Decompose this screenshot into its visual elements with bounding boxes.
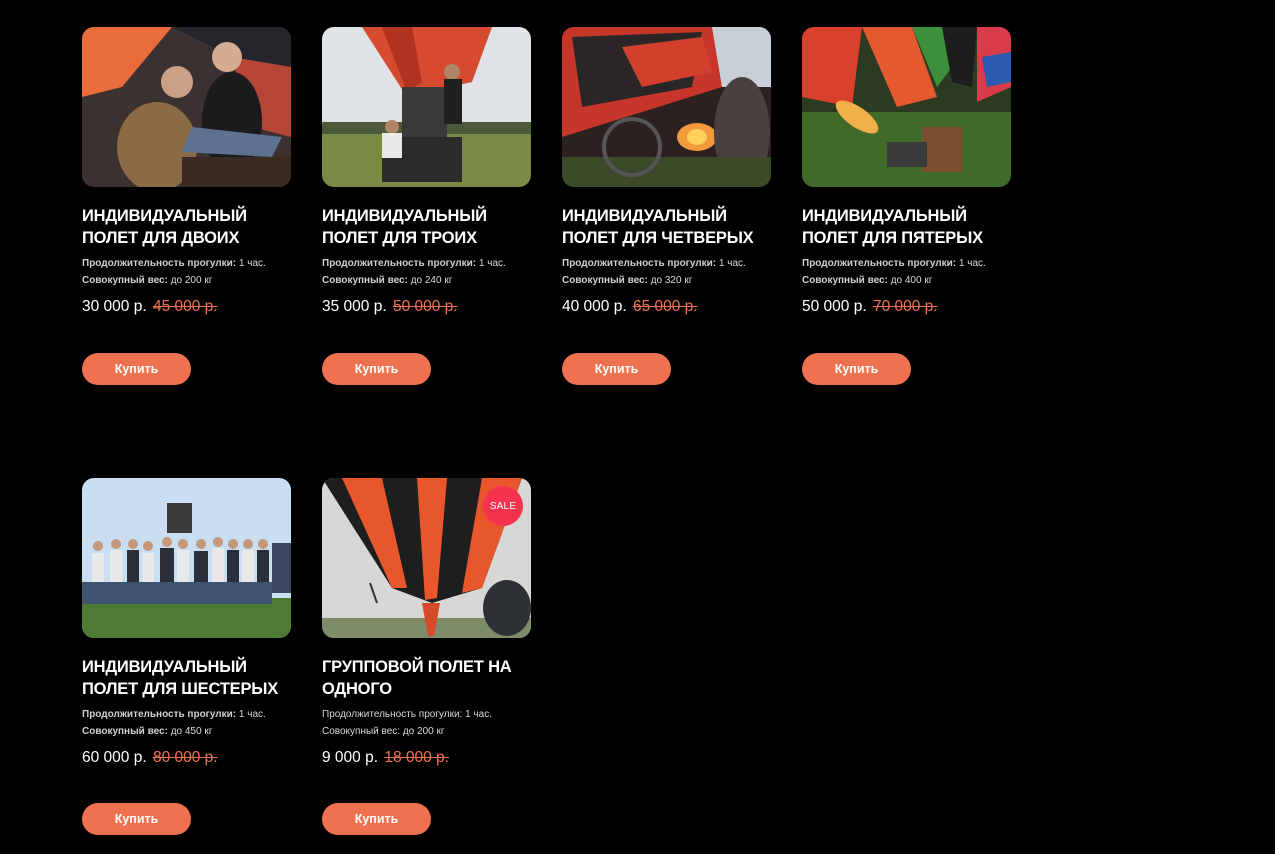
weight-value: до 240 кг <box>410 275 453 286</box>
price-row: 60 000 р. 80 000 р. <box>82 748 292 768</box>
old-price: 65 000 р. <box>632 298 698 315</box>
current-price: 60 000 р. <box>82 749 147 766</box>
product-title: Индивидуальный полет для двоих <box>82 207 247 247</box>
old-price: 45 000 р. <box>152 298 218 315</box>
product-specs: Продолжительность прогулки: 1 час. Совок… <box>322 706 532 740</box>
buy-button[interactable]: Купить <box>322 803 431 835</box>
product-image[interactable] <box>562 27 771 187</box>
weight-value: до 450 кг <box>170 726 213 737</box>
old-price: 18 000 р. <box>384 749 449 766</box>
duration-label: Продолжительность прогулки: <box>82 258 237 269</box>
product-card: Индивидуальный полет для четверых Продол… <box>562 27 772 385</box>
buy-button[interactable]: Купить <box>562 353 671 385</box>
old-price: 50 000 р. <box>392 298 458 315</box>
product-image[interactable] <box>322 27 531 187</box>
current-price: 40 000 р. <box>562 298 627 315</box>
price-row: 50 000 р. 70 000 р. <box>802 297 1012 317</box>
buy-button[interactable]: Купить <box>82 803 191 835</box>
old-price: 70 000 р. <box>872 298 938 315</box>
product-title: Индивидуальный полет для шестерых <box>82 658 279 698</box>
product-title: Индивидуальный полет для троих <box>322 207 487 247</box>
current-price: 35 000 р. <box>322 298 387 315</box>
product-card: SALE Групповой полет на одного Продолжит… <box>322 478 532 835</box>
weight-label: Совокупный вес: <box>322 726 401 737</box>
weight-label: Совокупный вес: <box>562 275 648 286</box>
product-image[interactable]: SALE <box>322 478 531 638</box>
product-image[interactable] <box>82 27 291 187</box>
weight-label: Совокупный вес: <box>322 275 408 286</box>
duration-label: Продолжительность прогулки: <box>802 258 957 269</box>
product-card: Индивидуальный полет для двоих Продолжит… <box>82 27 292 385</box>
current-price: 30 000 р. <box>82 298 147 315</box>
product-specs: Продолжительность прогулки: 1 час. Совок… <box>82 706 292 740</box>
old-price: 80 000 р. <box>152 749 218 766</box>
weight-label: Совокупный вес: <box>802 275 888 286</box>
price-row: 9 000 р. 18 000 р. <box>322 748 532 768</box>
duration-value: 1 час. <box>718 258 746 269</box>
product-card: Индивидуальный полет для пятерых Продолж… <box>802 27 1012 385</box>
duration-label: Продолжительность прогулки: <box>82 709 237 720</box>
product-specs: Продолжительность прогулки: 1 час. Совок… <box>82 255 292 289</box>
duration-label: Продолжительность прогулки: <box>322 709 463 720</box>
weight-value: до 320 кг <box>650 275 693 286</box>
duration-value: 1 час. <box>238 709 266 720</box>
product-card: Индивидуальный полет для шестерых Продол… <box>82 478 292 835</box>
current-price: 50 000 р. <box>802 298 867 315</box>
price-row: 35 000 р. 50 000 р. <box>322 297 532 317</box>
product-title: Групповой полет на одного <box>322 658 512 698</box>
price-row: 30 000 р. 45 000 р. <box>82 297 292 317</box>
product-specs: Продолжительность прогулки: 1 час. Совок… <box>802 255 1012 289</box>
sale-badge: SALE <box>483 486 523 526</box>
product-title: Индивидуальный полет для пятерых <box>802 207 983 247</box>
weight-value: до 200 кг <box>170 275 213 286</box>
product-image[interactable] <box>82 478 291 638</box>
product-specs: Продолжительность прогулки: 1 час. Совок… <box>322 255 532 289</box>
duration-value: 1 час. <box>478 258 506 269</box>
product-title: Индивидуальный полет для четверых <box>562 207 754 247</box>
weight-label: Совокупный вес: <box>82 275 168 286</box>
weight-label: Совокупный вес: <box>82 726 168 737</box>
weight-value: до 200 кг <box>402 726 445 737</box>
product-image[interactable] <box>802 27 1011 187</box>
product-specs: Продолжительность прогулки: 1 час. Совок… <box>562 255 772 289</box>
product-card: Индивидуальный полет для троих Продолжит… <box>322 27 532 385</box>
buy-button[interactable]: Купить <box>802 353 911 385</box>
buy-button[interactable]: Купить <box>82 353 191 385</box>
current-price: 9 000 р. <box>322 749 379 766</box>
weight-value: до 400 кг <box>890 275 933 286</box>
duration-label: Продолжительность прогулки: <box>322 258 477 269</box>
duration-label: Продолжительность прогулки: <box>562 258 717 269</box>
price-row: 40 000 р. 65 000 р. <box>562 297 772 317</box>
duration-value: 1 час. <box>465 709 492 720</box>
buy-button[interactable]: Купить <box>322 353 431 385</box>
duration-value: 1 час. <box>238 258 266 269</box>
duration-value: 1 час. <box>958 258 986 269</box>
